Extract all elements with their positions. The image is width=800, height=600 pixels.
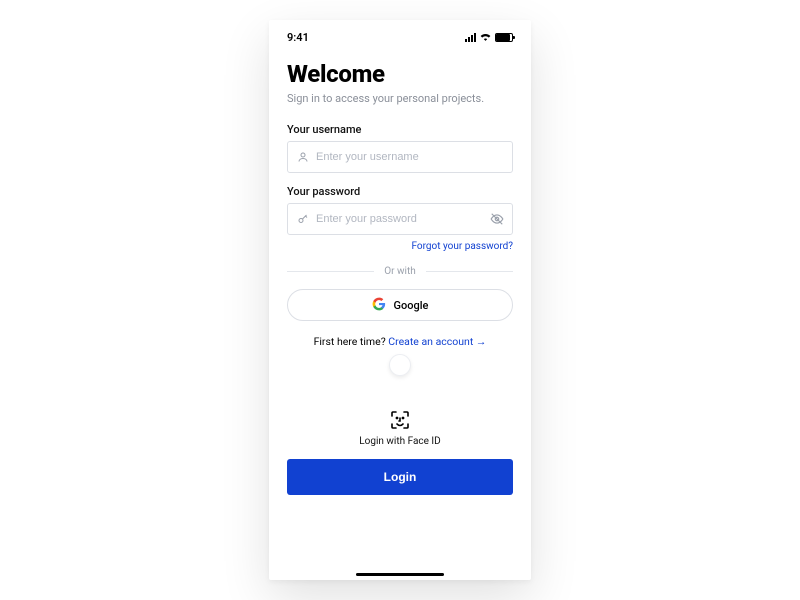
divider: Or with — [287, 266, 513, 277]
faceid-icon — [388, 408, 412, 432]
wifi-icon — [479, 31, 492, 44]
signup-prompt: First here time? — [314, 335, 389, 348]
page-subtitle: Sign in to access your personal projects… — [287, 92, 513, 105]
google-button-label: Google — [394, 299, 429, 312]
login-button[interactable]: Login — [287, 459, 513, 495]
key-icon — [296, 212, 310, 226]
google-icon — [372, 297, 386, 314]
faceid-block[interactable]: Login with Face ID — [287, 408, 513, 447]
divider-label: Or with — [384, 266, 415, 277]
page-title: Welcome — [287, 60, 513, 88]
create-account-link[interactable]: Create an account → — [388, 335, 486, 348]
password-input[interactable] — [316, 213, 490, 225]
username-field[interactable] — [287, 141, 513, 173]
username-input[interactable] — [316, 151, 504, 163]
forgot-password-link[interactable]: Forgot your password? — [287, 241, 513, 252]
phone-frame: 9:41 Welcome Sign in to access your pers… — [269, 20, 531, 580]
battery-icon — [495, 33, 513, 42]
faceid-label: Login with Face ID — [287, 436, 513, 447]
cellular-icon — [465, 33, 476, 42]
user-icon — [296, 150, 310, 164]
status-indicators — [465, 31, 513, 44]
username-label: Your username — [287, 123, 513, 136]
status-time: 9:41 — [287, 31, 309, 44]
toggle-knob[interactable] — [389, 354, 411, 376]
signup-row: First here time? Create an account → — [287, 335, 513, 348]
password-label: Your password — [287, 185, 513, 198]
eye-off-icon[interactable] — [490, 212, 504, 226]
google-signin-button[interactable]: Google — [287, 289, 513, 321]
home-indicator[interactable] — [356, 573, 444, 576]
status-bar: 9:41 — [287, 30, 513, 44]
password-field[interactable] — [287, 203, 513, 235]
